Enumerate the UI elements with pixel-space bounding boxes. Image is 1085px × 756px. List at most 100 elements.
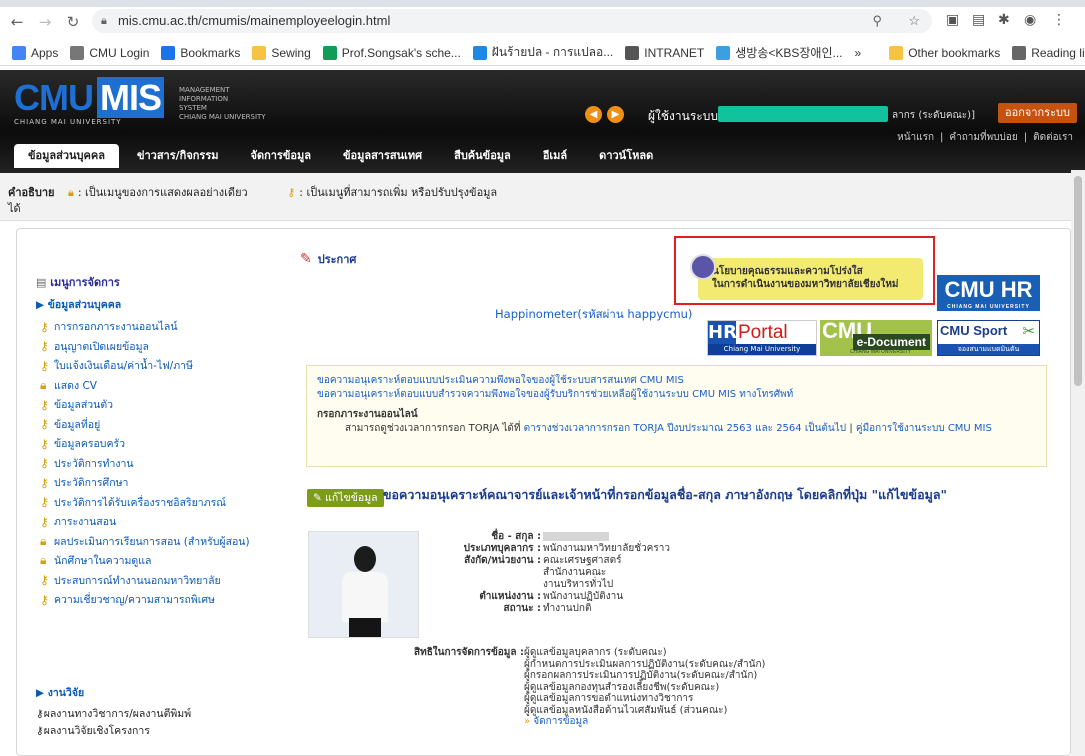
manage-data-label: จัดการข้อมูล bbox=[533, 716, 589, 727]
globe-icon bbox=[70, 45, 85, 60]
sidebar-section-personal[interactable]: ▶ ข้อมูลส่วนบุคคล bbox=[36, 296, 276, 313]
menu-tab[interactable]: ข้อมูลส่วนบุคคล bbox=[14, 144, 119, 168]
back-arrow-icon[interactable]: ◀ bbox=[585, 106, 602, 123]
forward-arrow-icon[interactable]: ▶ bbox=[607, 106, 624, 123]
key-icon: ⚷ bbox=[36, 708, 44, 720]
menu-tab[interactable]: จัดการข้อมูล bbox=[237, 144, 325, 168]
bookmark-star-icon[interactable]: ☆ bbox=[908, 9, 920, 33]
bookmark-label: ฝันร้ายปล - การแปลอ... bbox=[491, 45, 614, 59]
menu-tab[interactable]: อีเมล์ bbox=[529, 144, 581, 168]
name-label: ชื่อ - สกุล : bbox=[491, 531, 541, 542]
top-link[interactable]: หน้าแรก bbox=[897, 132, 934, 143]
sidebar-item[interactable]: 🔒︎ นักศึกษาในความดูแล bbox=[36, 551, 276, 571]
extension-icon[interactable]: ▤ bbox=[972, 12, 985, 28]
bookmark-item[interactable]: Prof.Songsak's sche... bbox=[322, 45, 461, 60]
profile-avatar-icon[interactable]: ◉ bbox=[1024, 12, 1036, 28]
key-icon: ⚷ bbox=[40, 475, 49, 490]
bookmark-item[interactable]: CMU Login bbox=[70, 45, 149, 60]
sidebar-item[interactable]: ⚷ ประวัติการทำงาน bbox=[36, 454, 276, 474]
scroll-thumb[interactable] bbox=[1074, 176, 1082, 386]
bookmark-item[interactable]: » bbox=[855, 46, 862, 60]
sidebar-item[interactable]: ⚷ ความเชี่ยวชาญ/ความสามารถพิเศษ bbox=[36, 590, 276, 610]
bookmark-item[interactable]: Bookmarks bbox=[161, 45, 240, 60]
e-document-banner[interactable]: CMU e-Document CHIANG MAI UNIVERSITY bbox=[820, 318, 932, 356]
sidebar-item-label: ประวัติการได้รับเครื่องราชอิสริยาภรณ์ bbox=[54, 496, 227, 509]
extension-icon[interactable]: ▣ bbox=[946, 12, 959, 28]
zoom-icon[interactable]: ⚲ bbox=[872, 9, 882, 33]
happinometer-link[interactable]: Happinometer(รหัสผ่าน happycmu) bbox=[495, 306, 692, 324]
menu-dots-icon[interactable]: ⋮ bbox=[1052, 12, 1066, 28]
bookmark-label: Other bookmarks bbox=[908, 45, 1001, 60]
survey-link-2[interactable]: ขอความอนุเคราะห์ตอบแบบสำรวจความพึงพอใจขอ… bbox=[317, 388, 1036, 402]
top-link[interactable]: คำถามที่พบบ่อย bbox=[949, 132, 1017, 143]
sidebar-item[interactable]: ⚷ ข้อมูลครอบครัว bbox=[36, 434, 276, 454]
sidebar-items: ⚷ การกรอกภาระงานออนไลน์ ⚷ อนุญาตเปิดเผยข้อม… bbox=[36, 317, 276, 610]
sidebar-item[interactable]: 🔒︎ ผลประเมินการเรียนการสอน (สำหรับผู้สอน) bbox=[36, 532, 276, 552]
bookmark-item[interactable]: ฝันร้ายปล - การแปลอ... bbox=[472, 43, 614, 62]
bookmark-item[interactable]: Sewing bbox=[252, 45, 311, 60]
dept-value2: สำนักงานคณะ bbox=[543, 567, 607, 578]
rights-item: ผู้กรอกผลการประเมินการปฏิบัติงาน(ระดับคณ… bbox=[524, 670, 758, 681]
logo-subtitle: MANAGEMENT INFORMATION SYSTEM CHIANG MAI UN… bbox=[179, 86, 266, 122]
hr-portal-banner[interactable]: HR Portal Chiang Mai University bbox=[707, 320, 817, 356]
reload-icon[interactable]: ↻ bbox=[62, 13, 84, 31]
bookmark-item[interactable]: INTRANET bbox=[625, 45, 704, 60]
sidebar-item[interactable]: ⚷ผลงานทางวิชาการ/ผลงานตีพิมพ์ bbox=[36, 705, 191, 722]
bookmark-item[interactable]: 생방송<KBS장애인... bbox=[716, 44, 843, 61]
url-bar[interactable]: 🔒︎ mis.cmu.ac.th/cmumis/mainemployeelogi… bbox=[92, 9, 932, 33]
cmu-mis-logo[interactable]: CMU MIS CHIANG MAI UNIVERSITY bbox=[14, 77, 164, 126]
sidebar-item[interactable]: ⚷ ประวัติการศึกษา bbox=[36, 473, 276, 493]
policy-banner[interactable]: นโยบายคุณธรรมและความโปร่งใส ในการดำเนินง… bbox=[690, 254, 923, 300]
edoc-b: e-Document bbox=[852, 334, 930, 350]
sidebar-item[interactable]: ⚷ ข้อมูลส่วนตัว bbox=[36, 395, 276, 415]
sidebar-item[interactable]: ⚷ ข้อมูลที่อยู่ bbox=[36, 415, 276, 435]
sidebar-title-text: เมนูการจัดการ bbox=[50, 276, 120, 289]
edit-data-button[interactable]: ✎ แก้ไขข้อมูล bbox=[307, 489, 384, 507]
menu-tab[interactable]: ดาวน์โหลด bbox=[585, 144, 667, 168]
menu-tab[interactable]: ข่าวสาร/กิจกรรม bbox=[123, 144, 233, 168]
torja-schedule-link[interactable]: ตารางช่วงเวลาการกรอก TORJA ปีงบประมาณ 25… bbox=[524, 423, 847, 434]
dept-label: สังกัด/หน่วยงาน : bbox=[464, 555, 541, 566]
survey-link-1[interactable]: ขอความอนุเคราะห์ตอบแบบประเมินความพึงพอใจ… bbox=[317, 374, 1036, 388]
rights-block: สิทธิในการจัดการข้อมูล : ผู้ดูแลข้อมูลบุค… bbox=[374, 647, 765, 728]
cmu-sport-banner[interactable]: CMU Sport ✂ จองสนามแบดมินตัน bbox=[937, 320, 1040, 356]
logout-button[interactable]: ออกจากระบบ bbox=[998, 103, 1077, 123]
sidebar-title: ▤ เมนูการจัดการ bbox=[36, 273, 276, 291]
back-icon[interactable]: ← bbox=[6, 13, 28, 31]
sidebar-item[interactable]: ⚷ ภาระงานสอน bbox=[36, 512, 276, 532]
sidebar-item[interactable]: ⚷ การกรอกภาระงานออนไลน์ bbox=[36, 317, 276, 337]
manual-link[interactable]: คู่มือการใช้งานระบบ CMU MIS bbox=[856, 423, 992, 434]
badminton-icon: ✂ bbox=[1022, 322, 1035, 340]
logo-line: MANAGEMENT bbox=[179, 86, 230, 94]
menu-tab[interactable]: ข้อมูลสารสนเทศ bbox=[329, 144, 436, 168]
rights-item: ผู้ดูแลข้อมูลการขอตำแหน่งทางวิชาการ bbox=[524, 693, 694, 704]
manage-data-link[interactable]: » จัดการข้อมูล bbox=[524, 716, 765, 728]
lock-icon[interactable]: 🔒︎ bbox=[101, 9, 107, 33]
profile-info: ชื่อ - สกุล : ประเภทบุคลากร : พนักงานมหาว… bbox=[440, 531, 670, 615]
lock-icon: 🔒︎ bbox=[40, 533, 47, 548]
sidebar-item[interactable]: ⚷ผลงานวิจัยเชิงโครงการ bbox=[36, 722, 191, 739]
sidebar-item[interactable]: ⚷ ใบแจ้งเงินเดือน/ค่าน้ำ-ไฟ/ภาษี bbox=[36, 356, 276, 376]
user-name-redacted bbox=[718, 106, 888, 122]
bookmark-item[interactable]: Other bookmarks bbox=[889, 45, 1001, 60]
key-icon: ⚷ bbox=[40, 573, 49, 588]
key-icon: ⚷ bbox=[40, 339, 49, 354]
bookmark-item[interactable]: Reading list bbox=[1012, 45, 1085, 60]
page-scrollbar[interactable] bbox=[1071, 170, 1085, 756]
key-icon: ⚷ bbox=[40, 456, 49, 471]
forward-icon[interactable]: → bbox=[34, 13, 56, 31]
sidebar-item[interactable]: ⚷ ประวัติการได้รับเครื่องราชอิสริยาภรณ์ bbox=[36, 493, 276, 513]
bookmark-item[interactable]: Apps bbox=[12, 45, 58, 60]
rights-label: สิทธิในการจัดการข้อมูล : bbox=[414, 647, 524, 658]
menu-tab[interactable]: สืบค้นข้อมูล bbox=[440, 144, 525, 168]
puzzle-icon[interactable]: ✱ bbox=[998, 12, 1010, 28]
sheet-icon bbox=[322, 45, 337, 60]
logo-line: INFORMATION bbox=[179, 95, 229, 103]
sidebar-item[interactable]: ⚷ อนุญาตเปิดเผยข้อมูล bbox=[36, 337, 276, 357]
sidebar-section-research[interactable]: ▶ งานวิจัย bbox=[36, 684, 191, 701]
sidebar-item[interactable]: 🔒︎ แสดง CV bbox=[36, 376, 276, 396]
key-icon: ⚷ bbox=[40, 592, 49, 607]
cmu-hr-banner[interactable]: CMU HR CHIANG MAI UNIVERSITY bbox=[937, 275, 1040, 311]
top-link[interactable]: ติดต่อเรา bbox=[1033, 132, 1073, 143]
sidebar-item[interactable]: ⚷ ประสบการณ์ทำงานนอกมหาวิทยาลัย bbox=[36, 571, 276, 591]
